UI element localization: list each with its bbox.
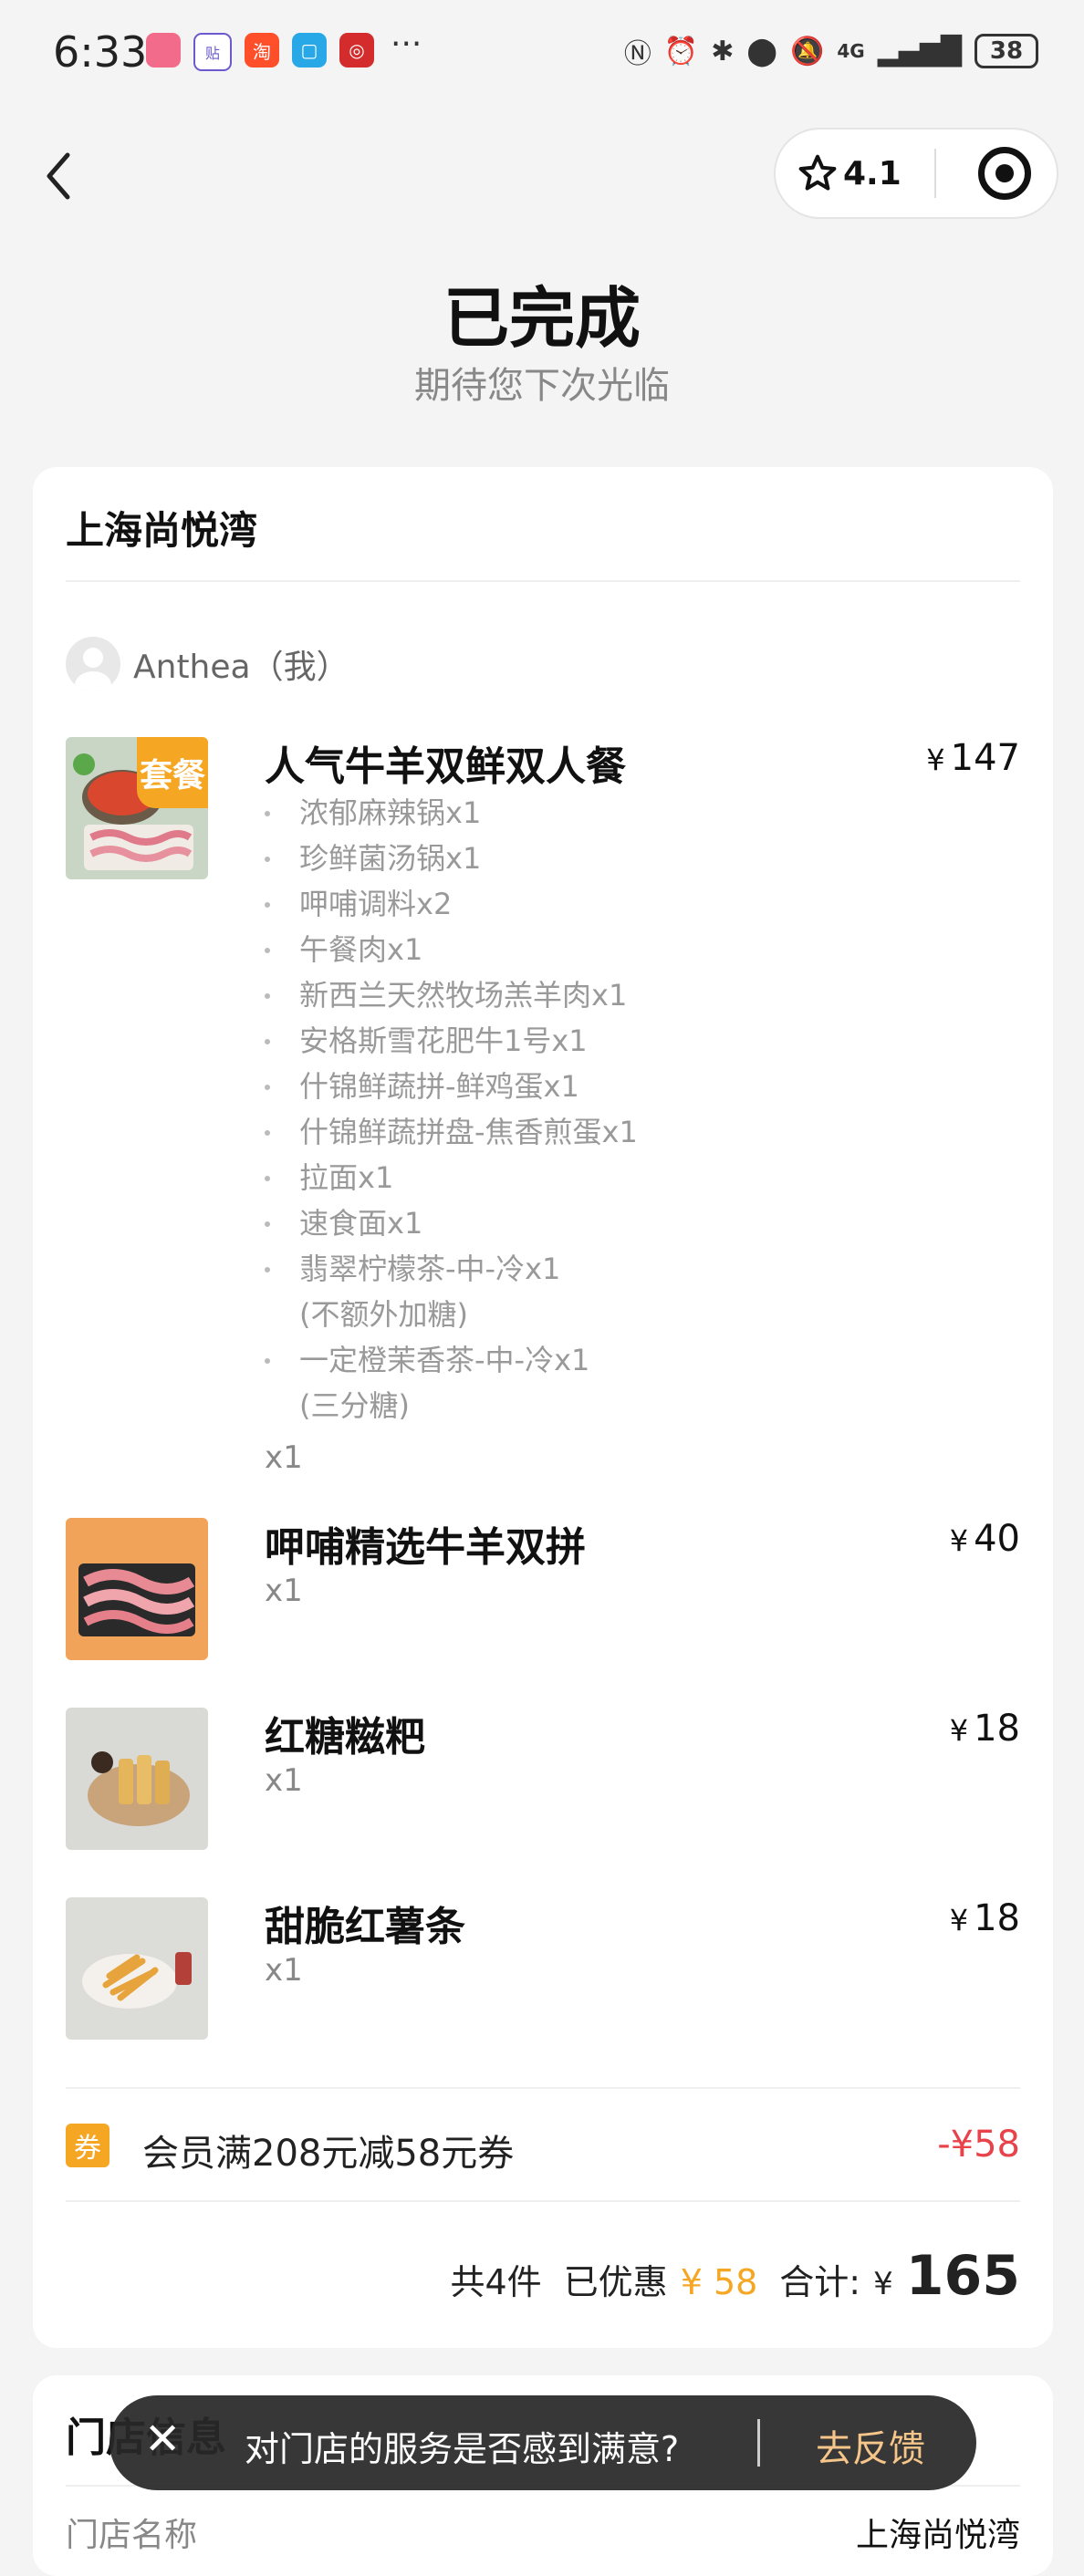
- status-bar: 6:33 贴 淘 ▢ ◎ ··· Ⓝ ⏰ ✱ ⬤ 🔕 4G ▂▄▆█ 38: [0, 0, 1084, 105]
- sub-item: 浓郁麻辣锅x1: [265, 790, 638, 836]
- divider: [66, 2087, 1020, 2089]
- battery-icon: 38: [975, 34, 1038, 68]
- combo-sub-items: 浓郁麻辣锅x1 珍鲜菌汤锅x1 呷哺调料x2 午餐肉x1 新西兰天然牧场羔羊肉x…: [265, 790, 638, 1428]
- message-icon: ▢: [292, 33, 327, 68]
- sub-item: 什锦鲜蔬拼盘-焦香煎蛋x1: [265, 1109, 638, 1155]
- coupon-amount: -¥58: [937, 2124, 1020, 2166]
- coupon-label: 会员满208元减58元券: [142, 2133, 515, 2175]
- back-arrow-icon: [47, 152, 70, 200]
- avatar: [66, 637, 120, 691]
- item-name: 人气牛羊双鲜双人餐: [265, 743, 626, 790]
- feedback-button[interactable]: 去反馈: [816, 2419, 925, 2472]
- order-user: Anthea（我）: [66, 637, 349, 691]
- rating-button[interactable]: 4.1: [776, 153, 934, 193]
- bank-icon: ◎: [339, 33, 374, 68]
- item-name: 红糖糍粑: [265, 1714, 425, 1761]
- discount-label: 已优惠: [563, 2262, 668, 2302]
- order-item: 红糖糍粑 ¥18 x1: [66, 1708, 1020, 1854]
- item-name: 甜脆红薯条: [265, 1904, 465, 1950]
- close-miniprogram-button[interactable]: [978, 147, 1031, 200]
- status-indicators: Ⓝ ⏰ ✱ ⬤ 🔕 4G ▂▄▆█ 38: [624, 31, 1038, 71]
- divider: [66, 2200, 1020, 2202]
- nfc-icon: Ⓝ: [623, 38, 651, 70]
- total-currency: ¥: [873, 2266, 893, 2302]
- sweet-potato-fries-image: [66, 1897, 208, 2040]
- order-item: 套餐 人气牛羊双鲜双人餐 ¥147 浓郁麻辣锅x1 珍鲜菌汤锅x1 呷哺调料x2…: [66, 737, 1020, 1485]
- network-type: 4G: [837, 40, 865, 62]
- toast-divider: [757, 2419, 760, 2467]
- coupon-row: 券 会员满208元减58元券 -¥58: [66, 2118, 1020, 2175]
- order-status-subtitle: 期待您下次光临: [414, 365, 670, 407]
- item-price: ¥18: [949, 1897, 1020, 1939]
- item-quantity: x1: [265, 1439, 303, 1476]
- item-price: ¥18: [949, 1708, 1020, 1750]
- taobao-icon: 淘: [245, 33, 279, 68]
- close-icon[interactable]: ✕: [144, 2414, 181, 2465]
- capsule-divider: [934, 149, 936, 198]
- user-name: Anthea（我）: [133, 649, 349, 686]
- store-name-value: 上海尚悦湾: [855, 2517, 1020, 2554]
- bluetooth-icon: ✱: [711, 35, 735, 68]
- nav-bar: 4.1: [0, 128, 1084, 228]
- sub-item: 翡翠柠檬茶-中-冷x1: [265, 1246, 638, 1292]
- sub-item: 安格斯雪花肥牛1号x1: [265, 1018, 638, 1064]
- sub-item: 拉面x1: [265, 1155, 638, 1200]
- back-button[interactable]: [40, 144, 86, 208]
- order-summary: 共4件 已优惠 ¥ 58 合计: ¥ 165: [450, 2244, 1020, 2308]
- sub-item: 一定橙茉香茶-中-冷x1: [265, 1337, 638, 1383]
- target-icon: [995, 164, 1014, 182]
- store-name-row: 门店名称 上海尚悦湾: [66, 2508, 1020, 2556]
- sub-item-note: (三分糖): [299, 1388, 410, 1423]
- coupon-icon: 券: [66, 2124, 109, 2167]
- discount-amount: ¥ 58: [680, 2262, 758, 2302]
- sub-item: 珍鲜菌汤锅x1: [265, 836, 638, 881]
- item-price: ¥147: [926, 737, 1020, 779]
- divider: [66, 580, 1020, 582]
- shop-name[interactable]: 上海尚悦湾: [66, 500, 257, 556]
- more-notifications-icon: ···: [391, 26, 422, 63]
- app-notification-icon: [146, 33, 181, 68]
- combo-tag: 套餐: [137, 737, 208, 808]
- item-quantity: x1: [265, 1952, 303, 1989]
- signal-icon: ▂▄▆█: [877, 35, 962, 68]
- total-amount: 165: [905, 2244, 1020, 2308]
- sub-item: 呷哺调料x2: [265, 881, 638, 927]
- status-time: 6:33: [53, 27, 148, 77]
- order-card: 上海尚悦湾 Anthea（我） 套餐 人气牛羊双鲜双人餐 ¥147 浓郁麻辣锅x…: [33, 467, 1053, 2348]
- order-item: 甜脆红薯条 ¥18 x1: [66, 1897, 1020, 2043]
- feedback-prompt: 对门店的服务是否感到满意?: [245, 2429, 680, 2469]
- item-thumbnail: [66, 1708, 208, 1850]
- item-thumbnail: [66, 1518, 208, 1660]
- status-app-icons: 贴 淘 ▢ ◎: [146, 33, 374, 71]
- mute-icon: 🔕: [790, 35, 825, 68]
- item-quantity: x1: [265, 1573, 303, 1609]
- mini-program-capsule: 4.1: [774, 128, 1058, 219]
- store-name-label: 门店名称: [66, 2517, 198, 2554]
- alarm-icon: ⏰: [663, 35, 699, 68]
- beef-lamb-platter-image: [66, 1518, 208, 1660]
- item-thumbnail: 套餐: [66, 737, 208, 879]
- order-status-title: 已完成: [443, 280, 641, 357]
- item-price: ¥40: [949, 1518, 1020, 1560]
- sub-item-note: (不额外加糖): [299, 1297, 468, 1332]
- rating-value: 4.1: [843, 154, 902, 192]
- order-item: 呷哺精选牛羊双拼 ¥40 x1: [66, 1518, 1020, 1664]
- sub-item: 新西兰天然牧场羔羊肉x1: [265, 972, 638, 1018]
- item-name: 呷哺精选牛羊双拼: [265, 1524, 586, 1571]
- app-notification-icon: 贴: [193, 33, 232, 71]
- sub-item: 速食面x1: [265, 1200, 638, 1246]
- sub-item: 午餐肉x1: [265, 927, 638, 972]
- total-label: 合计:: [779, 2262, 861, 2302]
- battery-level: 38: [989, 37, 1024, 65]
- item-thumbnail: [66, 1897, 208, 2040]
- item-count: 共4件: [450, 2262, 542, 2302]
- item-quantity: x1: [265, 1762, 303, 1799]
- star-icon: [798, 154, 837, 191]
- brown-sugar-cake-image: [66, 1708, 208, 1850]
- feedback-toast: ✕ 对门店的服务是否感到满意? 去反馈: [109, 2395, 976, 2490]
- sub-item: 什锦鲜蔬拼-鲜鸡蛋x1: [265, 1064, 638, 1109]
- location-icon: ⬤: [746, 35, 777, 68]
